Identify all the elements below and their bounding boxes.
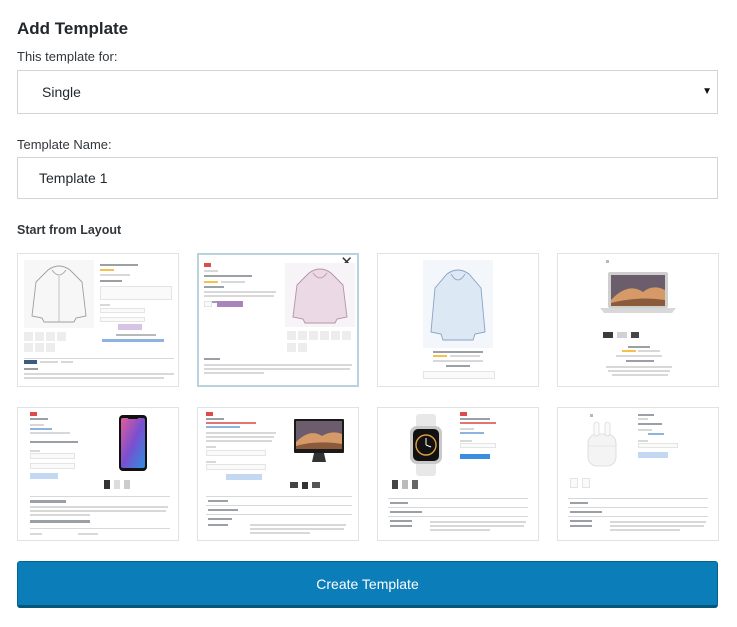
template-for-value: Single [42, 84, 81, 100]
imac-image [294, 419, 344, 462]
layout-card-iphone[interactable] [17, 407, 179, 541]
layout-card-airpods[interactable] [557, 407, 719, 541]
layout-section-label: Start from Layout [17, 223, 122, 237]
template-for-select[interactable]: Single ▼ [17, 70, 718, 114]
layout-grid: ✕ [17, 253, 719, 542]
hoodie-image [24, 260, 94, 328]
airpods-image [587, 421, 617, 467]
iphone-image [119, 415, 147, 471]
layout-card-imac[interactable] [197, 407, 359, 541]
hoodie-blue-image [423, 260, 493, 348]
template-for-label: This template for: [17, 49, 118, 64]
layout-card-macbook[interactable] [557, 253, 719, 387]
layout-card-hoodie[interactable] [17, 253, 179, 387]
macbook-image [600, 272, 676, 313]
template-name-input[interactable]: Template 1 [17, 157, 718, 199]
layout-card-hoodie-pink[interactable]: ✕ [197, 253, 359, 387]
template-name-value: Template 1 [39, 170, 108, 186]
dropdown-arrow-icon: ▼ [702, 86, 712, 97]
template-name-label: Template Name: [17, 137, 112, 152]
add-template-dialog: Add Template This template for: Single ▼… [0, 0, 737, 627]
dialog-title: Add Template [17, 19, 129, 38]
watch-image [410, 414, 442, 476]
layout-card-apple-watch[interactable] [377, 407, 539, 541]
hoodie-pink-image [285, 263, 355, 327]
create-template-button[interactable]: Create Template [17, 561, 718, 608]
layout-card-hoodie-blue[interactable] [377, 253, 539, 387]
